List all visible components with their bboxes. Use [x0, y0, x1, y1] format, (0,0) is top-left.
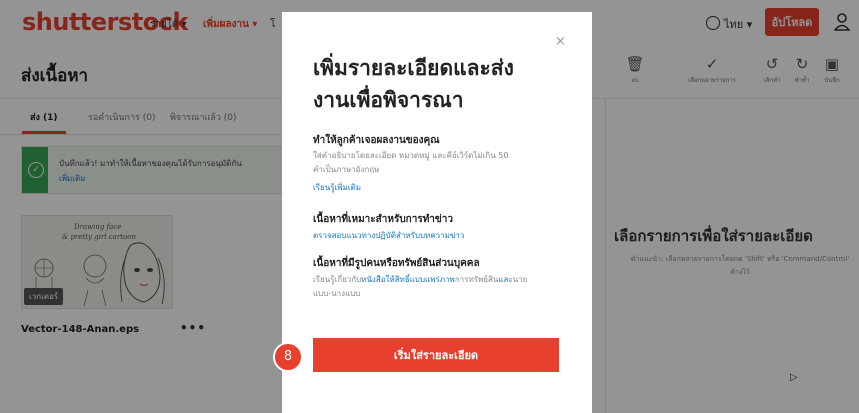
modal-title: เพิ่มรายละเอียดและส่ง งานเพื่อพิจารณา [313, 52, 563, 116]
releases-text-mid: การทรัพย์สิน [454, 275, 499, 284]
releases-and-link[interactable]: และ [498, 275, 512, 284]
section-releases-text: เรียนรู้เกี่ยวกับหนังสือให้สิทธิ์แบบแพร่… [313, 273, 563, 301]
releases-text-post: นาย [512, 275, 528, 284]
section-discoverability-text: ใส่คำอธิบายโดยละเอียด หมวดหมู่ และคีย์เว… [313, 149, 563, 177]
section-editorial-heading: เนื้อหาที่เหมาะสำหรับการทำข่าว [313, 214, 453, 225]
close-icon[interactable]: × [555, 34, 566, 49]
section-discoverability-heading: ทำให้ลูกค้าเจอผลงานของคุณ [313, 135, 440, 146]
section-releases-heading: เนื้อหาที่มีรูปคนหรือทรัพย์สินส่วนบุคคล [313, 258, 480, 269]
learn-more-link[interactable]: เรียนรู้เพิ่มเติม [313, 181, 361, 194]
releases-text-line-2: แบบ-นางแบบ [313, 289, 361, 298]
editorial-guidelines-link[interactable]: ตรวจสอบแนวทางปฏิบัติสำหรับบทความข่าว [313, 229, 464, 242]
section-discoverability-text-line-2: คำเป็นภาษาอังกฤษ [313, 165, 380, 174]
releases-text-pre: เรียนรู้เกี่ยวกับ [313, 275, 362, 284]
start-adding-details-button[interactable]: เริ่มใส่รายละเอียด [313, 338, 559, 372]
modal-title-line-2: งานเพื่อพิจารณา [313, 88, 464, 112]
step-number-badge: 8 [273, 342, 303, 372]
release-forms-link[interactable]: หนังสือให้สิทธิ์แบบแพร่ภาพ [361, 275, 455, 284]
section-discoverability-text-line-1: ใส่คำอธิบายโดยละเอียด หมวดหมู่ และคีย์เว… [313, 151, 509, 160]
modal-title-line-1: เพิ่มรายละเอียดและส่ง [313, 56, 514, 80]
